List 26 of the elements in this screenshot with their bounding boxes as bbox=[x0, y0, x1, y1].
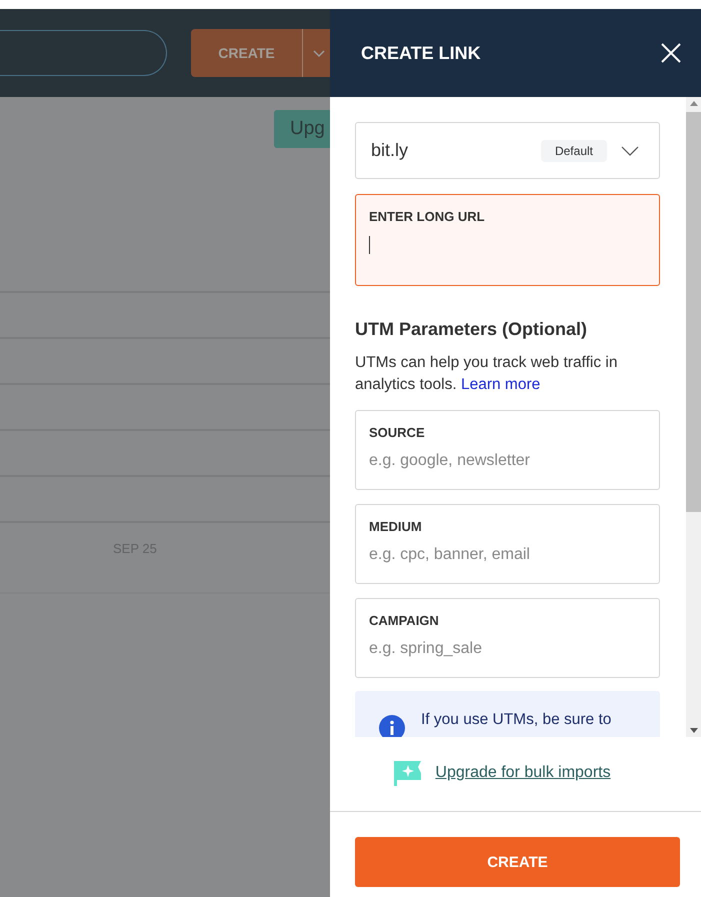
input-field[interactable]: e.g. cpc, banner, email bbox=[369, 546, 629, 564]
scroll-down-icon[interactable] bbox=[690, 728, 698, 733]
info-icon bbox=[379, 715, 405, 737]
chevron-down-icon bbox=[621, 146, 639, 156]
scrollbar-thumb[interactable] bbox=[686, 112, 701, 512]
sparkle-flag-icon bbox=[394, 760, 422, 786]
field-label: MEDIUM bbox=[369, 519, 423, 534]
default-badge: Default bbox=[540, 140, 607, 162]
scroll-up-icon[interactable] bbox=[690, 101, 698, 106]
utm-heading: UTM Parameters (Optional) bbox=[355, 319, 588, 340]
dropdown-button[interactable] bbox=[302, 29, 330, 77]
domain-dropdown[interactable]: bit.ly Default bbox=[355, 122, 660, 179]
input-field[interactable]: e.g. google, newsletter bbox=[369, 452, 629, 470]
close-button[interactable] bbox=[661, 43, 681, 63]
long-url-field[interactable]: ENTER LONG URL bbox=[355, 194, 660, 286]
info-text: If you use UTMs, be sure to bbox=[421, 711, 612, 729]
upgrade-link[interactable]: Upgrade for bulk imports bbox=[435, 764, 611, 782]
search-field[interactable] bbox=[0, 30, 167, 76]
panel-title: CREATE LINK bbox=[361, 42, 481, 64]
field-label: CAMPAIGN bbox=[369, 613, 440, 628]
field-label: SOURCE bbox=[369, 425, 426, 440]
input-field[interactable]: e.g. spring_sale bbox=[369, 640, 629, 658]
learn-more-link[interactable]: Learn more bbox=[460, 376, 540, 393]
caret-icon bbox=[313, 50, 325, 58]
close-icon bbox=[661, 43, 681, 63]
utm-description: UTMs can help you track web traffic in analytics tools. Learn more bbox=[355, 353, 618, 395]
